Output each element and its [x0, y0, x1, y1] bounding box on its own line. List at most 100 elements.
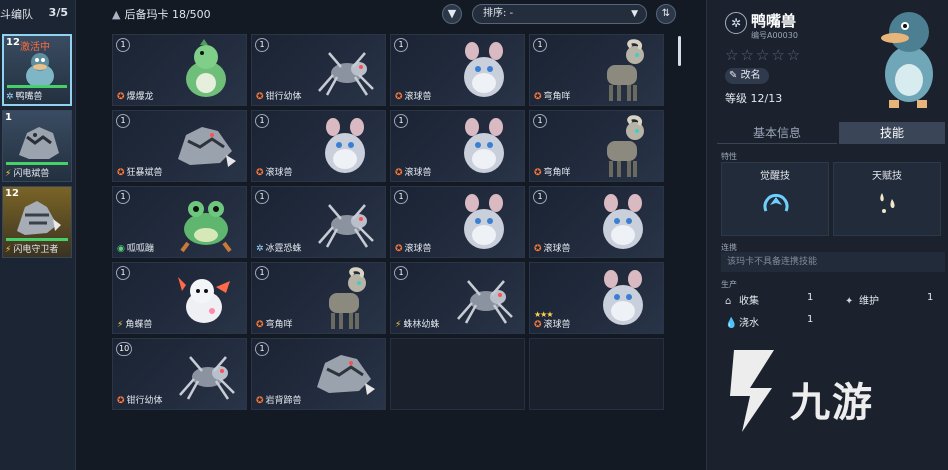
- fire-element-icon: ✪: [534, 92, 542, 102]
- beast-creature-art: [317, 355, 375, 395]
- watermark-text: 九游: [790, 380, 874, 426]
- fire-element-icon: ✪: [534, 320, 542, 330]
- card-level-badge: 1: [533, 38, 547, 52]
- team-panel: 斗编队 3/5 12 激活中 ✲ 鸭嘴兽 1 ⚡ 闪电斌兽 12 ⚡ 闪电守卫者: [0, 0, 76, 470]
- card-toolbar: ▲ 后备玛卡 18/500 ▼ 排序: - ▼ ⇅: [112, 4, 682, 24]
- card-name: ✪ 爆爆龙: [117, 92, 154, 102]
- card-name: ✪ 钳行幼体: [117, 396, 163, 406]
- talent-skill-slot[interactable]: 天赋技: [833, 162, 941, 236]
- pet-card[interactable]: ★★★ ✪ 滚球兽: [529, 262, 664, 334]
- tab-basic-info[interactable]: 基本信息: [717, 122, 837, 144]
- team-member-2[interactable]: 1 ⚡ 闪电斌兽: [2, 110, 72, 182]
- member-hp-bar: [6, 162, 68, 165]
- team-member-3[interactable]: 12 ⚡ 闪电守卫者: [2, 186, 72, 258]
- awaken-skill-slot[interactable]: 觉醒技: [721, 162, 829, 236]
- tab-skills[interactable]: 技能: [839, 122, 945, 144]
- pet-card[interactable]: 1 ✪ 钳行幼体: [251, 34, 386, 106]
- mouse-creature-art: [603, 270, 643, 325]
- fire-element-icon: ✪: [395, 244, 403, 254]
- member-name: ⚡ 闪电守卫者: [5, 245, 59, 255]
- pet-card[interactable]: 1 ✪ 爆爆龙: [112, 34, 247, 106]
- fire-element-icon: ✪: [256, 168, 264, 178]
- pet-card[interactable]: 1 ⚡ 蛛林幼蛛: [390, 262, 525, 334]
- sort-order-button[interactable]: ⇅: [656, 4, 676, 24]
- pet-card[interactable]: 1 ✪ 狂暴斌兽: [112, 110, 247, 182]
- pet-id: 编号A00030: [751, 31, 798, 40]
- pet-name: 鸭嘴兽: [751, 12, 797, 30]
- pet-card[interactable]: 1 ✪ 弯角咩: [529, 34, 664, 106]
- filter-button[interactable]: ▼: [442, 4, 462, 24]
- card-name: ✪ 弯角咩: [534, 168, 571, 178]
- bolt-element-icon: ⚡: [117, 320, 124, 330]
- stock-counter: ▲ 后备玛卡 18/500: [112, 8, 211, 21]
- member-name: ✲ 鸭嘴兽: [6, 92, 43, 102]
- mouse-creature-art: [325, 118, 365, 173]
- member-name: ⚡ 闪电斌兽: [5, 169, 50, 179]
- card-level-badge: 1: [533, 190, 547, 204]
- trait-label: 特性: [721, 152, 737, 161]
- card-level-badge: 1: [116, 38, 130, 52]
- pet-card[interactable]: 1 ◉ 呱呱蹦: [112, 186, 247, 258]
- water-drop-icon: 💧: [725, 318, 738, 329]
- card-name: ✪ 岩背蹄兽: [256, 396, 302, 406]
- fire-element-icon: ✪: [534, 244, 542, 254]
- bolt-element-icon: ⚡: [395, 320, 402, 330]
- pet-card[interactable]: 10 ✪ 钳行幼体: [112, 338, 247, 410]
- member-hp-bar: [6, 238, 68, 241]
- goat-creature-art: [607, 39, 644, 101]
- card-name: ✪ 弯角咩: [256, 320, 293, 330]
- sort-order-icon: ⇅: [661, 8, 671, 19]
- card-name: ✪ 滚球兽: [256, 168, 293, 178]
- mouse-creature-art: [603, 194, 643, 249]
- card-level-badge: 1: [255, 190, 269, 204]
- pet-card[interactable]: 1 ⚡ 角蝶兽: [112, 262, 247, 334]
- platypus-portrait: [26, 53, 54, 88]
- pet-card[interactable]: 1 ✪ 滚球兽: [390, 34, 525, 106]
- talent-skill-label: 天赋技: [872, 171, 902, 182]
- member-level: 12: [6, 37, 20, 48]
- fire-element-icon: ✪: [256, 320, 264, 330]
- pet-card[interactable]: 1 ✪ 弯角咩: [529, 110, 664, 182]
- card-level-badge: 1: [394, 190, 408, 204]
- spider-creature-art: [457, 280, 513, 324]
- fire-element-icon: ✪: [395, 168, 403, 178]
- card-level-badge: 1: [255, 38, 269, 52]
- pet-card[interactable]: 1 ✪ 岩背蹄兽: [251, 338, 386, 410]
- fire-element-icon: ✪: [117, 396, 125, 406]
- pet-card[interactable]: 1 ✪ 弯角咩: [251, 262, 386, 334]
- fire-element-icon: ✪: [534, 168, 542, 178]
- card-name: ⚡ 蛛林幼蛛: [395, 320, 440, 330]
- pet-card[interactable]: 1 ✪ 滚球兽: [529, 186, 664, 258]
- spider-creature-art: [318, 204, 374, 248]
- rename-button[interactable]: ✎ 改名: [725, 68, 769, 84]
- card-level-badge: 10: [116, 342, 133, 356]
- pet-card[interactable]: 1 ✲ 冰霆恐蛛: [251, 186, 386, 258]
- produce-maintain: ✦ 维护 1: [845, 292, 934, 307]
- mouse-creature-art: [464, 42, 504, 97]
- card-name: ✪ 滚球兽: [395, 92, 432, 102]
- wrench-icon: ✦: [845, 296, 854, 307]
- leaf-element-icon: ◉: [117, 244, 125, 254]
- team-member-1[interactable]: 12 激活中 ✲ 鸭嘴兽: [2, 34, 72, 106]
- card-name: ✪ 滚球兽: [395, 244, 432, 254]
- filter-icon: ▼: [447, 7, 457, 20]
- empty-card-slot: [390, 338, 525, 410]
- grid-scrollbar[interactable]: [678, 36, 681, 66]
- snowflake-icon: ✲: [6, 92, 14, 102]
- pet-card[interactable]: 1 ✪ 滚球兽: [390, 110, 525, 182]
- talent-skill-icon: [880, 193, 895, 213]
- guardian-portrait: [17, 201, 61, 235]
- pet-card[interactable]: 1 ✪ 滚球兽: [390, 186, 525, 258]
- card-level-badge: 1: [533, 114, 547, 128]
- card-level-badge: 1: [116, 266, 130, 280]
- pet-card[interactable]: 1 ✪ 滚球兽: [251, 110, 386, 182]
- basket-icon: ⌂: [725, 296, 732, 307]
- member-hp-bar: [7, 85, 67, 88]
- link-skill-text: 该玛卡不具备连携技能: [721, 252, 945, 272]
- goat-creature-art: [329, 267, 366, 329]
- team-title: 斗编队: [0, 8, 33, 21]
- beast-creature-art: [178, 127, 236, 167]
- produce-collect: ⌂ 收集 1: [725, 292, 814, 307]
- sort-dropdown[interactable]: 排序: - ▼: [472, 4, 647, 24]
- snowflake-element-icon: ✲: [256, 244, 264, 254]
